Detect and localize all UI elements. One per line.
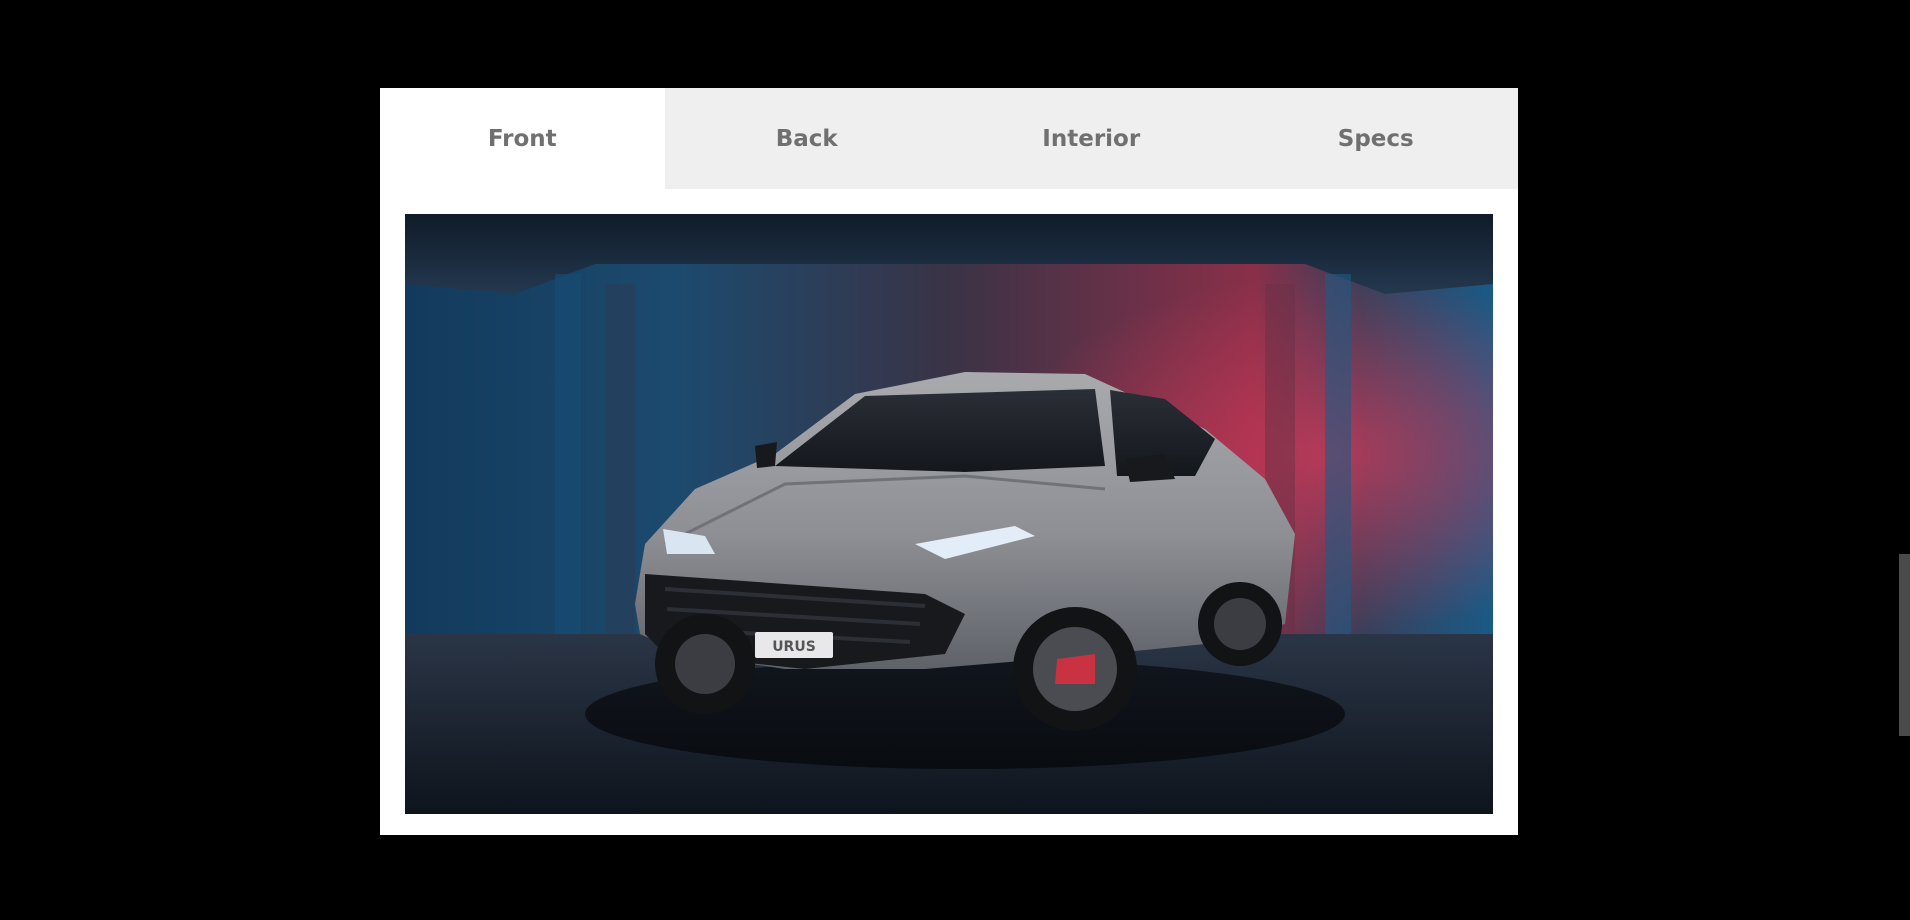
plate-text: URUS (772, 639, 816, 655)
tab-interior[interactable]: Interior (949, 88, 1234, 189)
tab-back[interactable]: Back (665, 88, 950, 189)
tab-front[interactable]: Front (380, 88, 665, 189)
page-scrollbar-thumb[interactable] (1899, 554, 1910, 736)
page-viewport: Front Back Interior Specs URUS (0, 0, 1910, 920)
car-photo-illustration: URUS (405, 214, 1493, 814)
gallery-modal: Front Back Interior Specs URUS (380, 88, 1518, 835)
tab-specs[interactable]: Specs (1234, 88, 1519, 189)
gallery-tab-bar: Front Back Interior Specs (380, 88, 1518, 189)
page-scrollbar[interactable] (1898, 0, 1910, 920)
car-photo: URUS (405, 214, 1493, 814)
